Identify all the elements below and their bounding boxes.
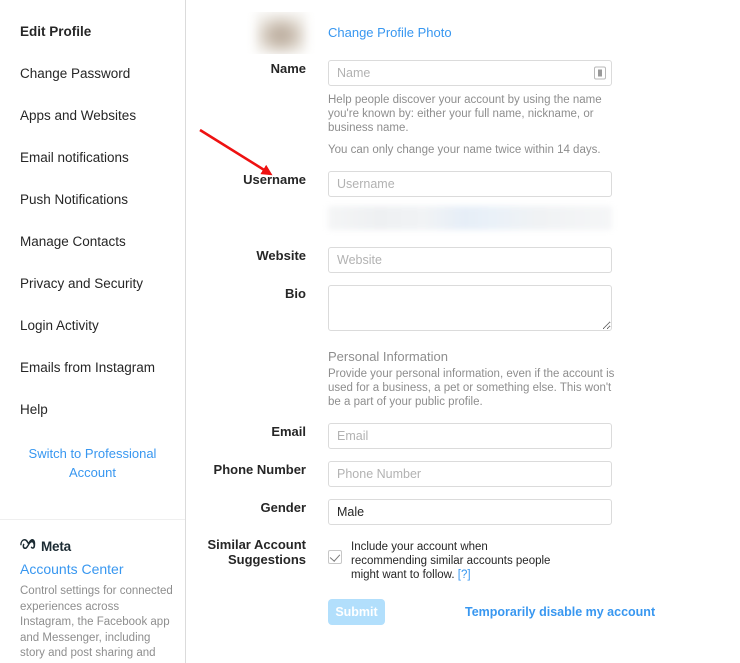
similar-account-checkbox-text: Include your account when recommending s… (351, 540, 566, 582)
name-help-text-secondary: You can only change your name twice with… (328, 144, 601, 156)
similar-account-checkbox-description: Include your account when recommending s… (351, 541, 551, 581)
sidebar-item-help[interactable]: Help (0, 388, 185, 430)
bio-label: Bio (285, 286, 306, 301)
temporarily-disable-account-link[interactable]: Temporarily disable my account (465, 605, 655, 619)
similar-account-suggestions-label: Similar Account Suggestions (186, 537, 328, 567)
sidebar-item-manage-contacts[interactable]: Manage Contacts (0, 220, 185, 262)
submit-row: Submit Temporarily disable my account (328, 599, 724, 625)
username-field-container (328, 171, 740, 230)
website-label: Website (256, 248, 306, 263)
sidebar-item-label: Email notifications (20, 149, 129, 165)
name-field-container: Help people discover your account by usi… (328, 60, 740, 157)
email-field-container (328, 423, 740, 449)
sidebar-item-change-password[interactable]: Change Password (0, 52, 185, 94)
meta-branding: Meta (20, 537, 173, 555)
phone-number-input[interactable] (328, 461, 612, 487)
sidebar-item-privacy-and-security[interactable]: Privacy and Security (0, 262, 185, 304)
sidebar-item-emails-from-instagram[interactable]: Emails from Instagram (0, 346, 185, 388)
similar-account-checkbox-row: Include your account when recommending s… (328, 537, 724, 582)
sidebar-item-label: Change Password (20, 65, 131, 81)
bio-row: Bio (186, 285, 740, 331)
meta-accounts-center-block: Meta Accounts Center Control settings fo… (20, 537, 173, 663)
phone-number-field-container (328, 461, 740, 487)
username-row: Username (186, 171, 740, 230)
similar-label-line-2: Suggestions (227, 552, 306, 567)
name-label: Name (270, 61, 306, 76)
submit-container: Submit Temporarily disable my account (328, 582, 740, 625)
sidebar-item-login-activity[interactable]: Login Activity (0, 304, 185, 346)
gender-row: Gender (186, 499, 740, 525)
personal-information-container: Personal Information Provide your person… (328, 347, 740, 409)
personal-information-row: Personal Information Provide your person… (186, 347, 740, 409)
settings-sidebar: Edit Profile Change Password Apps and We… (0, 0, 186, 663)
sidebar-item-label: Help (20, 401, 48, 417)
change-photo-container: Change Profile Photo (328, 12, 740, 54)
sidebar-divider (0, 519, 185, 520)
sidebar-item-label: Edit Profile (20, 23, 92, 39)
sidebar-item-label: Push Notifications (20, 191, 129, 207)
email-row: Email (186, 423, 740, 449)
avatar[interactable] (256, 12, 306, 54)
sidebar-item-email-notifications[interactable]: Email notifications (0, 136, 185, 178)
username-help-text-redacted (328, 206, 612, 230)
name-help-text-primary: Help people discover your account by usi… (328, 94, 602, 134)
switch-to-professional-account-link[interactable]: Switch to Professional Account (0, 444, 185, 482)
gender-field-container (328, 499, 740, 525)
website-row: Website (186, 247, 740, 273)
edit-profile-form: Change Profile Photo Name Help people di… (186, 0, 740, 663)
gender-label: Gender (260, 500, 306, 515)
name-input-wrap (328, 60, 612, 86)
accounts-center-link[interactable]: Accounts Center (20, 561, 173, 577)
meta-wordmark: Meta (41, 538, 71, 554)
similar-account-suggestions-row: Similar Account Suggestions Include your… (186, 537, 740, 582)
change-profile-photo-link[interactable]: Change Profile Photo (328, 25, 452, 40)
similar-label-line-1: Similar Account (207, 537, 306, 552)
personal-information-description: Provide your personal information, even … (328, 368, 615, 408)
username-label: Username (243, 172, 306, 187)
personal-information-title: Personal Information (328, 349, 448, 364)
edit-profile-page: Edit Profile Change Password Apps and We… (0, 0, 740, 663)
submit-button[interactable]: Submit (328, 599, 385, 625)
email-label: Email (271, 424, 306, 439)
phone-number-row: Phone Number (186, 461, 740, 487)
help-question-icon[interactable]: [?] (458, 569, 471, 581)
sidebar-item-label: Login Activity (20, 317, 99, 333)
bio-field-container (328, 285, 740, 331)
phone-number-label: Phone Number (213, 462, 306, 477)
sidebar-nav: Edit Profile Change Password Apps and We… (0, 0, 185, 430)
bio-textarea[interactable] (328, 285, 612, 331)
similar-account-field-container: Include your account when recommending s… (328, 537, 740, 582)
sidebar-item-label: Apps and Websites (20, 107, 137, 123)
gender-input[interactable] (328, 499, 612, 525)
username-input[interactable] (328, 171, 612, 197)
similar-account-checkbox[interactable] (328, 550, 342, 564)
accounts-center-description: Control settings for connected experienc… (20, 585, 173, 663)
email-input[interactable] (328, 423, 612, 449)
autofill-indicator-icon[interactable] (594, 66, 606, 80)
profile-photo-row: Change Profile Photo (186, 12, 740, 54)
meta-infinity-icon (20, 537, 37, 555)
website-field-container (328, 247, 740, 273)
submit-row-wrapper: Submit Temporarily disable my account (186, 582, 740, 625)
name-input[interactable] (328, 60, 612, 86)
sidebar-item-label: Manage Contacts (20, 233, 126, 249)
sidebar-item-apps-and-websites[interactable]: Apps and Websites (0, 94, 185, 136)
name-row: Name Help people discover your account b… (186, 60, 740, 157)
sidebar-item-label: Privacy and Security (20, 275, 144, 291)
sidebar-item-edit-profile[interactable]: Edit Profile (0, 10, 185, 52)
sidebar-item-label: Emails from Instagram (20, 359, 156, 375)
website-input[interactable] (328, 247, 612, 273)
sidebar-item-push-notifications[interactable]: Push Notifications (0, 178, 185, 220)
avatar-container[interactable] (186, 12, 328, 54)
